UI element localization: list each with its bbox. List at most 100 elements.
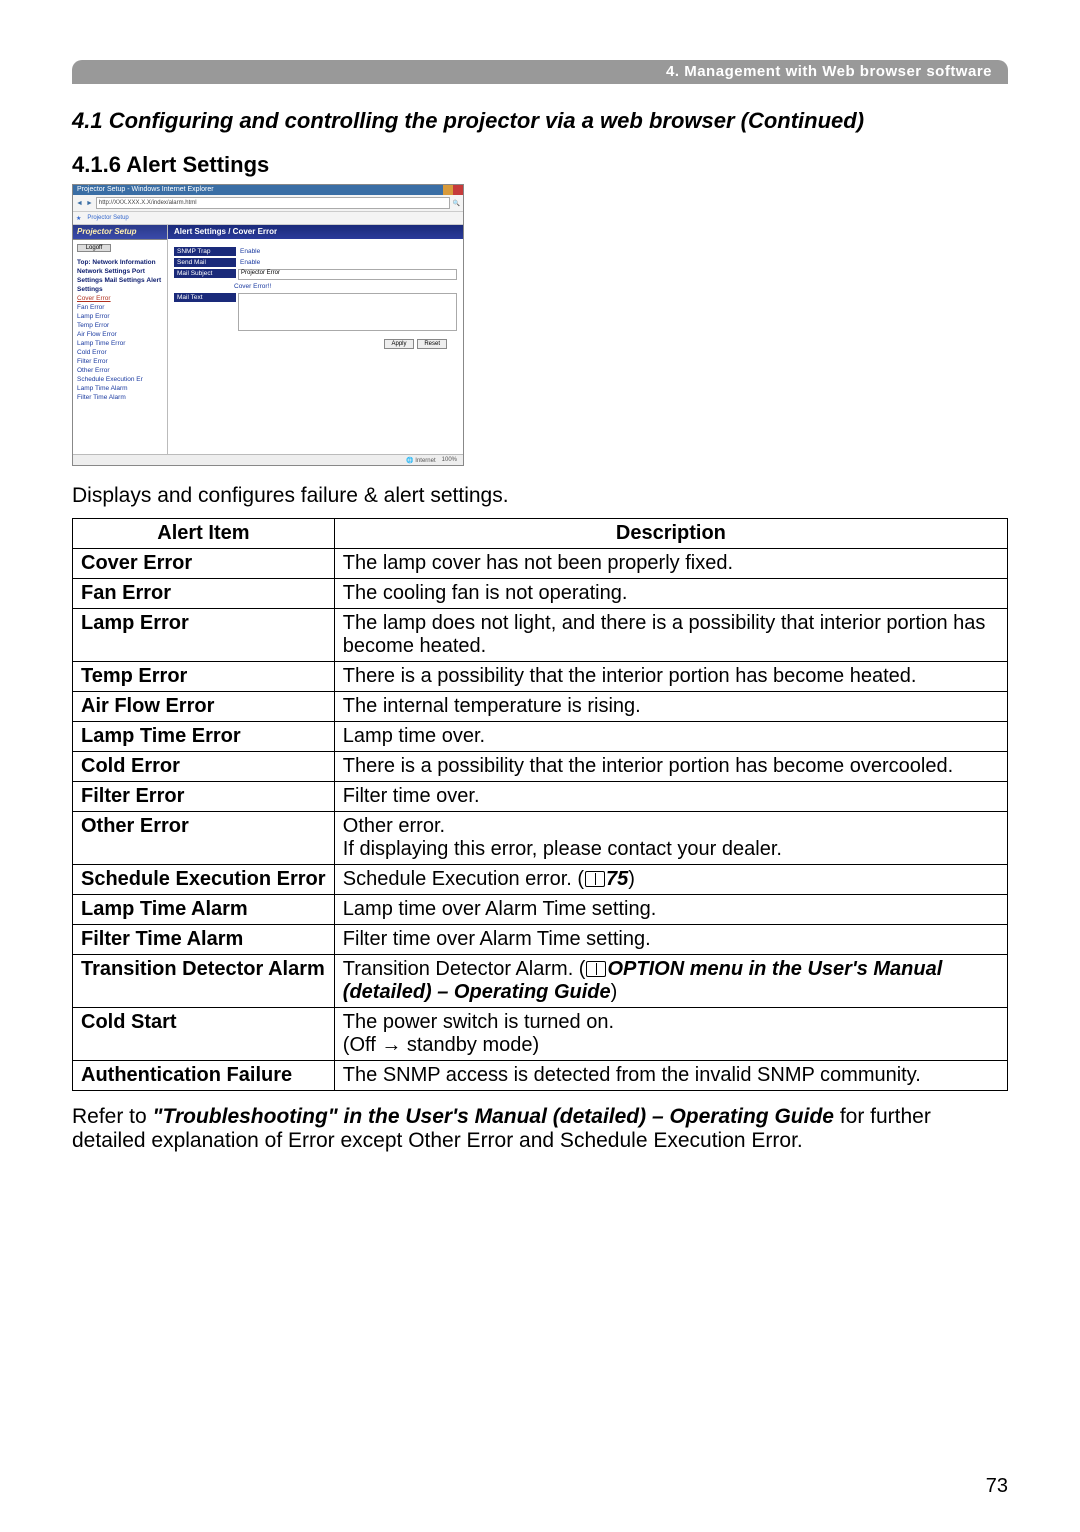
alert-item-cell: Lamp Error	[73, 609, 335, 662]
alert-desc-cell: Other error.If displaying this error, pl…	[334, 812, 1007, 865]
alert-item-cell: Air Flow Error	[73, 692, 335, 722]
alert-item-cell: Temp Error	[73, 662, 335, 692]
cover-error-text: Cover Error!!	[230, 282, 275, 291]
browser-tabs: ★ Projector Setup	[73, 212, 463, 225]
table-row: Transition Detector AlarmTransition Dete…	[73, 955, 1008, 1008]
alert-desc-cell: Filter time over.	[334, 782, 1007, 812]
alert-item-cell: Cold Error	[73, 752, 335, 782]
alert-desc-cell: The power switch is turned on.(Off → sta…	[334, 1008, 1007, 1061]
window-titlebar: Projector Setup - Windows Internet Explo…	[73, 185, 463, 195]
search-box: 🔍	[453, 200, 460, 207]
logoff-button: Logoff	[77, 244, 111, 252]
sidebar-schedule-error: Schedule Execution Er	[77, 375, 163, 384]
alert-desc-cell: Lamp time over.	[334, 722, 1007, 752]
chapter-header: 4. Management with Web browser software	[72, 60, 1008, 84]
section-title: 4.1 Configuring and controlling the proj…	[72, 108, 1008, 134]
alert-desc-cell: The internal temperature is rising.	[334, 692, 1007, 722]
alert-item-cell: Authentication Failure	[73, 1061, 335, 1091]
subsection-title: 4.1.6 Alert Settings	[72, 152, 1008, 178]
table-row: Cover ErrorThe lamp cover has not been p…	[73, 549, 1008, 579]
window-buttons	[433, 185, 463, 195]
table-row: Filter Time AlarmFilter time over Alarm …	[73, 925, 1008, 955]
sidebar-temp-error: Temp Error	[77, 321, 163, 330]
alert-desc-cell: The lamp does not light, and there is a …	[334, 609, 1007, 662]
alert-item-cell: Other Error	[73, 812, 335, 865]
sidebar-top: Top:	[77, 259, 91, 266]
minimize-icon	[433, 185, 443, 195]
table-row: Temp ErrorThere is a possibility that th…	[73, 662, 1008, 692]
internet-icon: 🌐 Internet	[406, 457, 436, 464]
alert-item-cell: Cold Start	[73, 1008, 335, 1061]
alert-item-cell: Lamp Time Alarm	[73, 895, 335, 925]
sidebar-airflow-error: Air Flow Error	[77, 330, 163, 339]
reset-button: Reset	[417, 339, 447, 349]
form: SNMP TrapEnable Send MailEnable Mail Sub…	[168, 239, 463, 357]
sidebar-filter-error: Filter Error	[77, 357, 163, 366]
sidebar-links: Top: Network Information Network Setting…	[73, 256, 167, 404]
alert-desc-cell: The SNMP access is detected from the inv…	[334, 1061, 1007, 1091]
snmp-trap-value: Enable	[236, 247, 264, 256]
alert-item-cell: Cover Error	[73, 549, 335, 579]
alert-item-cell: Schedule Execution Error	[73, 865, 335, 895]
alert-desc-cell: There is a possibility that the interior…	[334, 662, 1007, 692]
screenshot: Projector Setup - Windows Internet Explo…	[72, 184, 464, 466]
forward-icon: ►	[86, 200, 93, 207]
snmp-trap-label: SNMP Trap	[174, 247, 236, 256]
main-header: Alert Settings / Cover Error	[168, 225, 463, 239]
table-row: Lamp ErrorThe lamp does not light, and t…	[73, 609, 1008, 662]
alert-desc-cell: There is a possibility that the interior…	[334, 752, 1007, 782]
alert-desc-cell: Schedule Execution error. (75)	[334, 865, 1007, 895]
sidebar-lamptime-error: Lamp Time Error	[77, 339, 163, 348]
sidebar-fan-error: Fan Error	[77, 303, 163, 312]
sidebar-header: Projector Setup	[73, 225, 167, 240]
th-description: Description	[334, 519, 1007, 549]
sidebar-network: Network	[92, 259, 118, 266]
sidebar: Projector Setup Logoff Top: Network Info…	[73, 225, 168, 457]
mail-subject-label: Mail Subject	[174, 269, 236, 278]
back-icon: ◄	[76, 200, 83, 207]
th-alert-item: Alert Item	[73, 519, 335, 549]
url-field: http://XXX.XXX.X.X/index/alarm.html	[96, 197, 450, 209]
caption: Displays and configures failure & alert …	[72, 484, 1008, 508]
address-bar: ◄ ► http://XXX.XXX.X.X/index/alarm.html …	[73, 195, 463, 212]
maximize-icon	[443, 185, 453, 195]
alert-desc-cell: The cooling fan is not operating.	[334, 579, 1007, 609]
favorite-icon: ★	[76, 215, 81, 222]
table-row: Lamp Time AlarmLamp time over Alarm Time…	[73, 895, 1008, 925]
alert-item-cell: Filter Error	[73, 782, 335, 812]
alert-desc-cell: The lamp cover has not been properly fix…	[334, 549, 1007, 579]
table-row: Cold StartThe power switch is turned on.…	[73, 1008, 1008, 1061]
mail-text-input	[238, 293, 457, 331]
sidebar-information: Information	[120, 259, 156, 266]
main-pane: Alert Settings / Cover Error SNMP TrapEn…	[168, 225, 463, 457]
send-mail-label: Send Mail	[174, 258, 236, 267]
sidebar-lamptime-alarm: Lamp Time Alarm	[77, 384, 163, 393]
table-row: Filter ErrorFilter time over.	[73, 782, 1008, 812]
alert-desc-cell: Filter time over Alarm Time setting.	[334, 925, 1007, 955]
status-bar: 🌐 Internet 100%	[73, 454, 463, 465]
alert-desc-cell: Transition Detector Alarm. (OPTION menu …	[334, 955, 1007, 1008]
page-number: 73	[986, 1475, 1008, 1498]
footnote: Refer to "Troubleshooting" in the User's…	[72, 1105, 1008, 1153]
table-row: Other ErrorOther error.If displaying thi…	[73, 812, 1008, 865]
sidebar-filtertime-alarm: Filter Time Alarm	[77, 393, 163, 402]
sidebar-network-settings: Network Settings	[77, 268, 130, 275]
sidebar-other-error: Other Error	[77, 366, 163, 375]
table-row: Air Flow ErrorThe internal temperature i…	[73, 692, 1008, 722]
close-icon	[453, 185, 463, 195]
table-row: Authentication FailureThe SNMP access is…	[73, 1061, 1008, 1091]
table-row: Schedule Execution ErrorSchedule Executi…	[73, 865, 1008, 895]
alert-item-cell: Fan Error	[73, 579, 335, 609]
table-row: Lamp Time ErrorLamp time over.	[73, 722, 1008, 752]
sidebar-cover-error: Cover Error	[77, 294, 163, 303]
send-mail-value: Enable	[236, 258, 264, 267]
mail-text-label: Mail Text	[174, 293, 236, 302]
alert-desc-cell: Lamp time over Alarm Time setting.	[334, 895, 1007, 925]
manual-icon	[585, 871, 605, 887]
mail-subject-input: Projector Error	[238, 269, 457, 280]
table-row: Cold ErrorThere is a possibility that th…	[73, 752, 1008, 782]
alert-item-cell: Transition Detector Alarm	[73, 955, 335, 1008]
manual-icon	[586, 961, 606, 977]
zoom-level: 100%	[442, 457, 457, 463]
alert-table: Alert Item Description Cover ErrorThe la…	[72, 518, 1008, 1091]
